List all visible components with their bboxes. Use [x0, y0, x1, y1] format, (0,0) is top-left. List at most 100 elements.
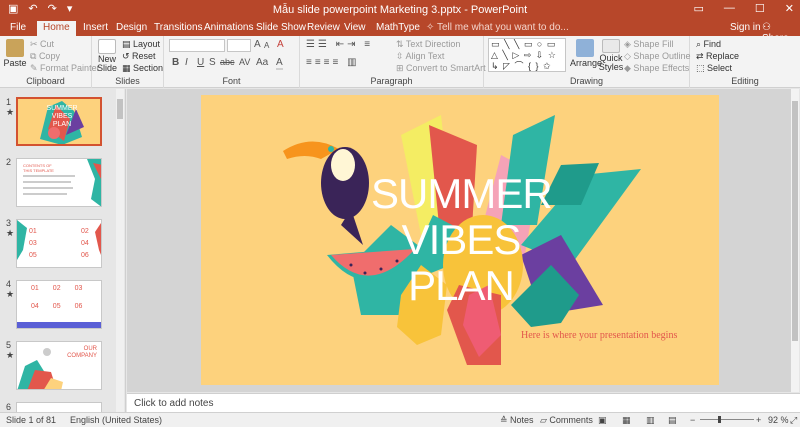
character-spacing-button[interactable]: AV [239, 57, 250, 67]
shadow-button[interactable]: S [209, 57, 216, 68]
copy-button[interactable]: ⧉ Copy [30, 51, 60, 62]
slide-title-line-1: SUMMER [371, 170, 553, 217]
language-indicator[interactable]: English (United States) [70, 415, 162, 425]
alignment-buttons[interactable]: ≡≡≡≡ ▥ [306, 57, 360, 68]
zoom-slider-handle[interactable] [718, 416, 721, 423]
thumbnail-4-footer-bar [17, 322, 101, 328]
shapes-row-1: ▭ ╲ ╲ ▭ ○ ▭ [491, 39, 557, 49]
slide-sorter-icon[interactable]: ▦ [622, 415, 631, 426]
slides-group-label: Slides [115, 76, 140, 86]
tab-home[interactable]: Home [37, 21, 76, 36]
grow-font-icon[interactable]: A [254, 39, 261, 50]
zoom-in-button[interactable]: + [756, 415, 761, 425]
shrink-font-icon[interactable]: A [264, 41, 269, 50]
shapes-gallery[interactable]: ▭ ╲ ╲ ▭ ○ ▭ △ ╲ ▷ ⇨ ⇩ ☆ ↳ ◸ ⌒ { } ✩ [488, 38, 566, 72]
window-title: Mẫu slide powerpoint Marketing 3.pptx - … [272, 4, 528, 16]
reading-view-icon[interactable]: ▥ [646, 415, 655, 426]
slide-thumbnail-2[interactable]: CONTENTS OF THIS TEMPLATE [16, 158, 102, 207]
fit-to-window-icon[interactable]: ⤢ [790, 415, 797, 426]
slide-1[interactable]: SUMMER VIBES PLAN Here is where your pre… [201, 95, 719, 385]
close-icon[interactable]: ✕ [785, 2, 794, 15]
slide-subtitle[interactable]: Here is where your presentation begins [521, 330, 677, 341]
font-size-combo[interactable] [227, 39, 251, 52]
zoom-out-button[interactable]: − [690, 415, 695, 425]
strikethrough-button[interactable]: abc [220, 57, 235, 67]
select-button[interactable]: ⬚ Select [696, 63, 732, 74]
canvas-scrollbar[interactable] [791, 89, 799, 392]
format-painter-button[interactable]: ✎ Format Painter [30, 63, 100, 74]
tab-design[interactable]: Design [110, 21, 153, 36]
align-text-button[interactable]: ⇳ Align Text [396, 51, 444, 62]
maximize-icon[interactable]: ☐ [755, 2, 765, 15]
bold-button[interactable]: B [172, 57, 179, 68]
slide-thumbnail-5[interactable]: OUR COMPANY [16, 341, 102, 390]
sign-in-link[interactable]: Sign in [730, 22, 761, 33]
font-name-combo[interactable] [169, 39, 225, 52]
reset-label: Reset [132, 51, 156, 61]
slideshow-view-icon[interactable]: ▤ [668, 415, 677, 426]
zoom-slider[interactable] [700, 416, 754, 423]
shape-effects-button[interactable]: ◆ Shape Effects [624, 63, 689, 74]
slide-thumbnail-6[interactable] [16, 402, 102, 412]
ribbon-tab-bar: File Home Insert Design Transitions Anim… [0, 20, 800, 44]
paragraph-group-label: Paragraph [370, 76, 413, 86]
shape-outline-button[interactable]: ◇ Shape Outline [624, 51, 690, 62]
change-case-button[interactable]: Aa [256, 57, 268, 68]
slide-title[interactable]: SUMMER VIBES PLAN [371, 170, 553, 309]
thumbnail-number: 1 [6, 97, 12, 107]
find-button[interactable]: ⌕ Find [696, 39, 721, 50]
minimize-icon[interactable]: — [724, 2, 735, 15]
cut-button[interactable]: ✂ Cut [30, 39, 54, 50]
comments-toggle[interactable]: ▱ Comments [540, 415, 593, 426]
ribbon-display-options-icon[interactable]: ▭ [694, 2, 704, 15]
italic-button[interactable]: I [185, 57, 188, 68]
section-label: Section [133, 63, 164, 73]
thumbnails-scrollbar[interactable] [116, 89, 124, 412]
slide-thumbnails-pane[interactable]: 1 ★ SUMMER VIBES PLAN 2 CONTENTS OF THIS… [0, 89, 126, 412]
clear-formatting-icon[interactable]: A [277, 39, 284, 50]
replace-button[interactable]: ⇄ Replace [696, 51, 739, 62]
layout-button[interactable]: ▤ Layout [122, 39, 160, 50]
convert-smartart-button[interactable]: ⊞ Convert to SmartArt [396, 63, 486, 74]
quick-styles-button[interactable]: Quick Styles [598, 39, 624, 72]
paste-button[interactable]: Paste [3, 39, 27, 68]
font-color-button[interactable]: A [276, 57, 283, 70]
canvas-scroll-thumb[interactable] [792, 101, 798, 341]
slide-thumbnail-3[interactable]: 01 03 05 02 04 06 [16, 219, 102, 268]
normal-view-icon[interactable]: ▣ [598, 415, 607, 426]
shape-fill-button[interactable]: ◈ Shape Fill [624, 39, 673, 50]
reset-button[interactable]: ↺ Reset [122, 51, 156, 62]
zoom-level[interactable]: 92 % [768, 415, 789, 425]
tab-view[interactable]: View [338, 21, 372, 36]
slide-thumbnail-1[interactable]: SUMMER VIBES PLAN [16, 97, 102, 146]
tell-me-search[interactable]: ✧ Tell me what you want to do... [426, 22, 569, 33]
list-buttons[interactable]: ☰☰ ⇤⇥ ≡ [306, 39, 373, 50]
tab-insert[interactable]: Insert [77, 21, 114, 36]
format-painter-label: Format Painter [40, 63, 100, 73]
thumbnail-3-num-5: 05 [29, 252, 37, 259]
thumbnail-4-num-5: 05 [52, 303, 61, 310]
text-direction-button[interactable]: ⇅ Text Direction [396, 39, 460, 50]
shapes-row-2: △ ╲ ▷ ⇨ ⇩ ☆ [491, 50, 557, 60]
thumbnail-4-num-2: 02 [52, 285, 61, 292]
shape-outline-label: Shape Outline [633, 51, 691, 61]
underline-button[interactable]: U [197, 57, 204, 68]
tab-file[interactable]: File [4, 21, 32, 36]
slide-title-line-3: PLAN [408, 262, 515, 309]
status-bar: Slide 1 of 81 English (United States) ≙ … [0, 412, 800, 427]
section-button[interactable]: ▦ Section [122, 63, 163, 74]
find-label: Find [703, 39, 722, 49]
copy-label: Copy [38, 51, 60, 61]
thumbnail-1-title-3: PLAN [52, 121, 72, 128]
tab-mathtype[interactable]: MathType [370, 21, 426, 36]
arrange-button[interactable]: Arrange [570, 39, 602, 68]
notes-toggle[interactable]: ≙ Notes [500, 415, 534, 426]
notes-pane[interactable]: Click to add notes [127, 393, 800, 412]
title-bar: ▣ ↶ ↷ ▾ Mẫu slide powerpoint Marketing 3… [0, 0, 800, 20]
new-slide-icon [98, 39, 116, 54]
new-slide-button[interactable]: New Slide [95, 39, 119, 73]
slide-thumbnail-4[interactable]: 01 02 03 04 05 06 [16, 280, 102, 329]
slide-counter: Slide 1 of 81 [6, 415, 57, 425]
editing-group-label: Editing [731, 76, 759, 86]
thumbnails-scroll-thumb[interactable] [117, 99, 123, 119]
